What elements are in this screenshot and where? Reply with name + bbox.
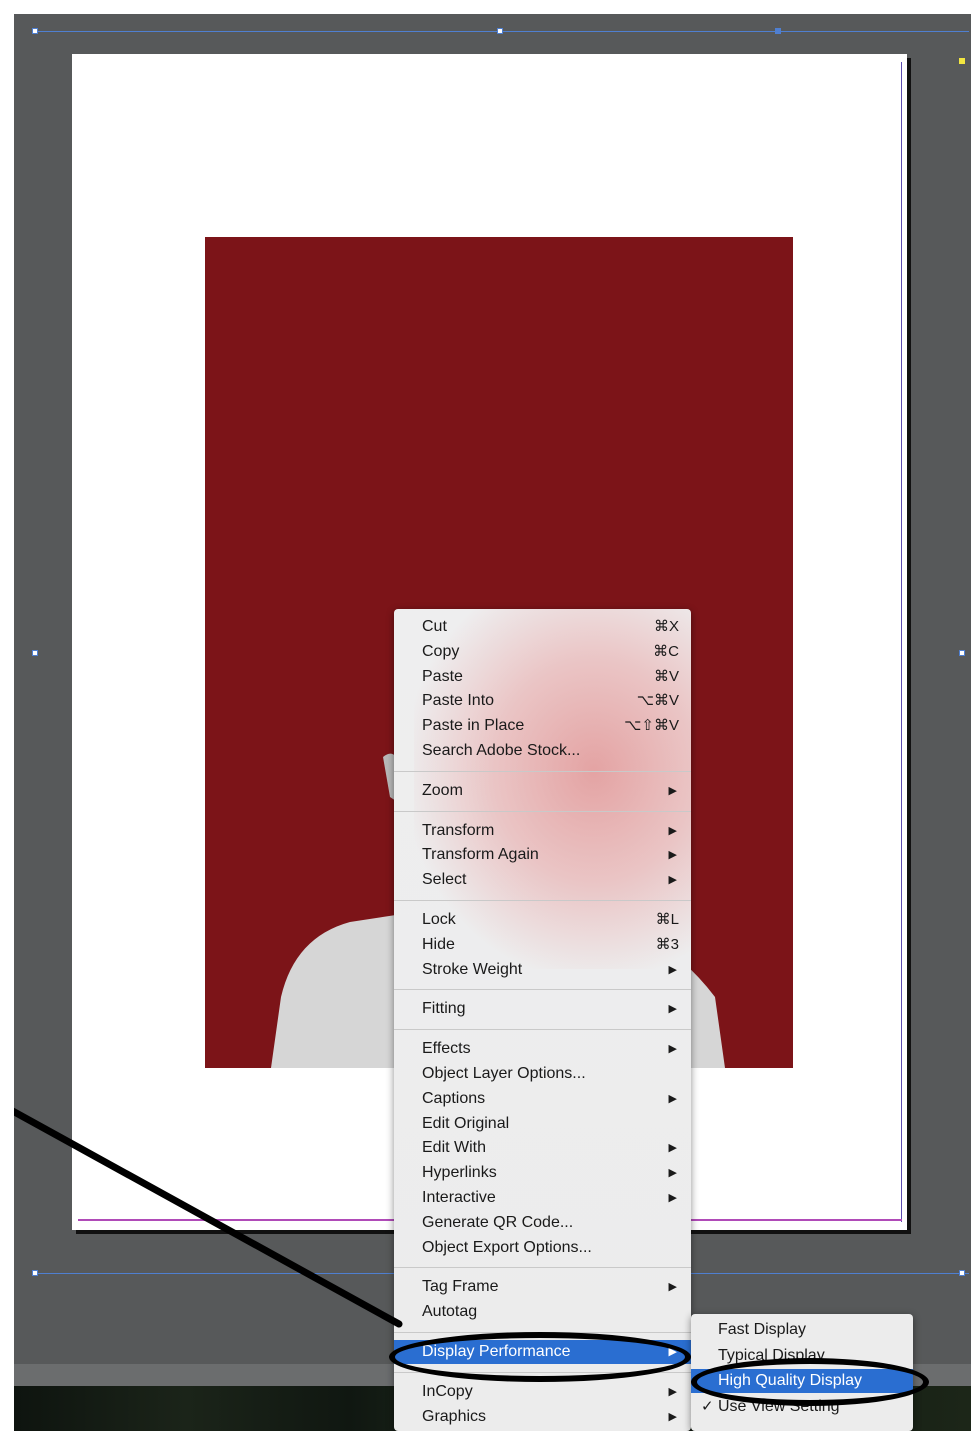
menu-item-tag-frame[interactable]: Tag Frame ▶	[394, 1275, 691, 1299]
menu-separator	[394, 810, 691, 812]
menu-item-shortcut: ⌘C	[653, 642, 679, 660]
menu-separator	[394, 1267, 691, 1269]
menu-item-label: Fitting	[422, 1000, 466, 1018]
menu-item-label: Edit Original	[422, 1114, 510, 1132]
menu-separator	[394, 1029, 691, 1031]
highlight-oval	[691, 1358, 929, 1406]
menu-item-shortcut: ⌘3	[655, 935, 679, 953]
submenu-arrow-icon: ▶	[668, 874, 677, 887]
submenu-item-label: Fast Display	[718, 1321, 807, 1338]
submenu-arrow-icon: ▶	[668, 1003, 677, 1016]
menu-separator	[394, 770, 691, 772]
menu-item-label: Effects	[422, 1040, 471, 1058]
context-menu: Cut ⌘X Copy ⌘C Paste ⌘V Paste Into ⌥⌘V Paste in …	[394, 609, 691, 1431]
menu-item-label: Stroke Weight	[422, 960, 523, 978]
menu-item-label: Transform Again	[422, 846, 539, 864]
menu-item-label: Cut	[422, 618, 447, 635]
menu-item-shortcut: ⌥⌘V	[636, 692, 679, 710]
menu-separator	[394, 989, 691, 991]
submenu-arrow-icon: ▶	[668, 1192, 677, 1204]
submenu-arrow-icon: ▶	[668, 849, 677, 862]
submenu-arrow-icon: ▶	[668, 1281, 677, 1294]
page-margin-guide	[901, 62, 902, 1222]
menu-item-label: Zoom	[422, 781, 463, 799]
menu-item-effects[interactable]: Effects ▶	[394, 1037, 691, 1061]
selection-handle[interactable]	[959, 650, 965, 656]
checkmark-icon: ✓	[701, 1397, 714, 1415]
menu-item-label: Tag Frame	[422, 1278, 499, 1296]
menu-item-shortcut: ⌘L	[655, 911, 679, 928]
menu-item-transform[interactable]: Transform ▶	[394, 819, 691, 843]
menu-item-edit-original[interactable]: Edit Original	[394, 1112, 691, 1136]
menu-item-shortcut: ⌘V	[653, 667, 679, 685]
menu-item-label: Lock	[422, 911, 456, 928]
menu-item-paste[interactable]: Paste ⌘V	[394, 665, 691, 689]
menu-item-copy[interactable]: Copy ⌘C	[394, 640, 691, 664]
menu-item-label: Autotag	[422, 1303, 478, 1321]
menu-item-lock[interactable]: Lock ⌘L	[394, 908, 691, 932]
menu-item-interactive[interactable]: Interactive ▶	[394, 1186, 691, 1210]
menu-item-label: Paste	[422, 667, 463, 685]
menu-item-generate-qr-code[interactable]: Generate QR Code...	[394, 1211, 691, 1235]
submenu-arrow-icon: ▶	[668, 1092, 677, 1105]
menu-item-incopy[interactable]: InCopy ▶	[394, 1380, 691, 1404]
menu-item-shortcut: ⌥⇧⌘V	[624, 717, 679, 735]
submenu-arrow-icon: ▶	[668, 1385, 677, 1398]
menu-item-label: Object Export Options...	[422, 1238, 592, 1256]
menu-item-label: InCopy	[422, 1382, 473, 1400]
menu-item-label: Hide	[422, 935, 455, 953]
submenu-arrow-icon: ▶	[668, 1043, 677, 1056]
selection-handle[interactable]	[497, 28, 503, 34]
menu-item-search-adobe-stock[interactable]: Search Adobe Stock...	[394, 739, 691, 763]
menu-item-hide[interactable]: Hide ⌘3	[394, 933, 691, 957]
menu-item-object-export-options[interactable]: Object Export Options...	[394, 1236, 691, 1260]
menu-item-label: Search Adobe Stock...	[422, 742, 581, 759]
menu-item-label: Paste in Place	[422, 717, 525, 735]
selection-handle[interactable]	[32, 650, 38, 656]
menu-item-label: Captions	[422, 1089, 486, 1107]
menu-item-label: Hyperlinks	[422, 1164, 497, 1182]
submenu-arrow-icon: ▶	[668, 824, 677, 837]
submenu-arrow-icon: ▶	[668, 1142, 677, 1155]
menu-item-label: Select	[422, 871, 467, 889]
submenu-arrow-icon: ▶	[668, 1410, 677, 1423]
menu-item-paste-in-place[interactable]: Paste in Place ⌥⇧⌘V	[394, 714, 691, 738]
submenu-arrow-icon: ▶	[668, 963, 677, 976]
menu-item-graphics[interactable]: Graphics ▶	[394, 1405, 691, 1429]
menu-item-paste-into[interactable]: Paste Into ⌥⌘V	[394, 689, 691, 713]
corner-option-handle[interactable]	[959, 58, 965, 64]
menu-item-captions[interactable]: Captions ▶	[394, 1087, 691, 1111]
menu-item-label: Paste Into	[422, 692, 495, 710]
menu-item-label: Interactive	[422, 1189, 496, 1206]
menu-item-label: Edit With	[422, 1139, 487, 1157]
menu-item-select[interactable]: Select ▶	[394, 868, 691, 892]
menu-item-stroke-weight[interactable]: Stroke Weight ▶	[394, 958, 691, 982]
menu-item-autotag[interactable]: Autotag	[394, 1300, 691, 1324]
menu-item-label: Transform	[422, 821, 495, 839]
menu-item-hyperlinks[interactable]: Hyperlinks ▶	[394, 1161, 691, 1185]
indesign-workspace: Cut ⌘X Copy ⌘C Paste ⌘V Paste Into ⌥⌘V Paste in …	[14, 14, 971, 1431]
menu-item-shortcut: ⌘X	[653, 618, 679, 635]
menu-item-cut[interactable]: Cut ⌘X	[394, 615, 691, 639]
menu-item-object-layer-options[interactable]: Object Layer Options...	[394, 1062, 691, 1086]
menu-item-label: Graphics	[422, 1407, 487, 1425]
highlight-oval	[389, 1332, 691, 1382]
menu-item-label: Object Layer Options...	[422, 1065, 586, 1082]
selection-handle[interactable]	[32, 28, 38, 34]
submenu-arrow-icon: ▶	[668, 1167, 677, 1180]
menu-separator	[394, 900, 691, 901]
menu-item-fitting[interactable]: Fitting ▶	[394, 997, 691, 1021]
menu-item-label: Copy	[422, 642, 460, 660]
selection-handle[interactable]	[775, 28, 781, 34]
menu-item-label: Generate QR Code...	[422, 1213, 574, 1231]
submenu-arrow-icon: ▶	[668, 784, 677, 797]
selection-handle[interactable]	[959, 1270, 965, 1276]
submenu-item-fast-display[interactable]: Fast Display	[691, 1318, 913, 1342]
menu-item-zoom[interactable]: Zoom ▶	[394, 779, 691, 803]
menu-item-transform-again[interactable]: Transform Again ▶	[394, 843, 691, 867]
selection-handle[interactable]	[32, 1270, 38, 1276]
menu-item-edit-with[interactable]: Edit With ▶	[394, 1136, 691, 1160]
